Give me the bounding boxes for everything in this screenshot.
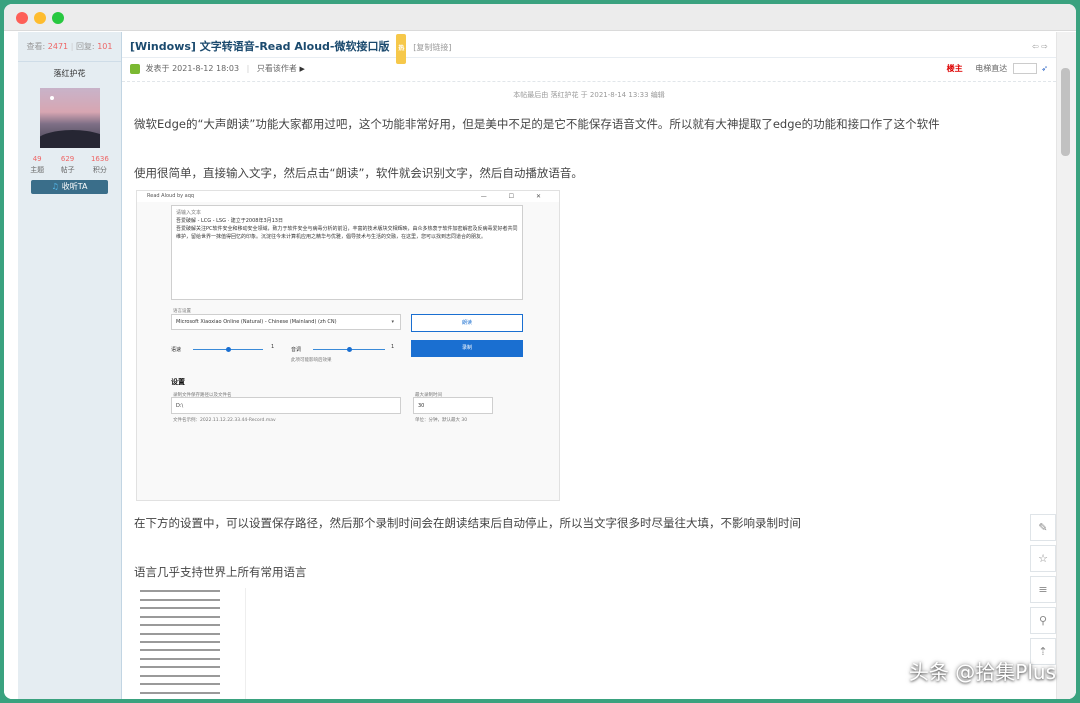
post-main: [Windows] 文字转语音-Read Aloud-微软接口版 热 [复制链接… [122,32,1056,699]
jump-floor-label: 电梯直达 [975,64,1008,73]
language-list-screenshot [136,588,246,699]
speed-label: 语速 [171,347,182,353]
post-title: [Windows] 文字转语音-Read Aloud-微软接口版 [130,40,390,53]
jump-floor-input[interactable] [1012,63,1037,74]
post-paragraph: 微软Edge的“大声朗读”功能大家都用过吧，这个功能非常好用，但是美中不足的是它… [134,117,940,131]
path-input: D:\ [171,397,401,414]
window-titlebar [4,4,1076,31]
watermark: 头条 @拾集Plus [908,660,1056,684]
close-window-button[interactable] [16,12,28,24]
views-count: 2471 [47,42,69,51]
pitch-hint: 此项可能影响后效果 [291,358,332,363]
post-date: 发表于 2021-8-12 18:03 [145,64,240,73]
floor-label: 楼主 [946,64,963,73]
browser-window: 查看: 2471 | 回复: 101 落红护花 49 主题 629 帖子 1636 积… [4,4,1076,699]
post-meta: 发表于 2021-8-12 18:03 | 只看该作者 ▶ 楼主 电梯直达 ➶ [122,58,1056,82]
scrollbar-thumb[interactable] [1061,68,1070,156]
replies-count: 101 [97,42,113,51]
author-stat-posts[interactable]: 629 帖子 [61,154,75,176]
search-icon[interactable]: ⚲ [1030,607,1056,634]
forum-post: 查看: 2471 | 回复: 101 落红护花 49 主题 629 帖子 1636 积… [4,32,1076,699]
pitch-value: 1 [391,344,395,350]
author-stat-points[interactable]: 1636 积分 [91,154,109,176]
settings-heading: 设置 [171,378,185,386]
star-icon[interactable]: ☆ [1030,545,1056,572]
app-titlebar: Read Aloud by aqq — ☐ ✕ [137,191,559,202]
speed-value: 1 [271,344,275,350]
copy-link[interactable]: [复制链接] [413,43,451,52]
follow-button[interactable]: ♫ 收听TA [31,180,108,194]
maximize-window-button[interactable] [52,12,64,24]
headphones-icon: ♫ [51,182,59,191]
scrollbar[interactable] [1056,32,1076,699]
author-stats: 49 主题 629 帖子 1636 积分 [18,154,121,176]
minimize-window-button[interactable] [34,12,46,24]
time-hint: 单位：分钟，默认最大 30 [415,418,468,423]
online-icon [130,63,140,74]
replies-label: 回复: [75,42,95,51]
author-panel: 查看: 2471 | 回复: 101 落红护花 49 主题 629 帖子 1636 积… [18,32,122,699]
post-title-row: [Windows] 文字转语音-Read Aloud-微软接口版 热 [复制链接… [122,32,1056,64]
author-name[interactable]: 落红护花 [18,68,121,79]
author-stat-threads[interactable]: 49 主题 [30,154,44,176]
edit-icon[interactable]: ✎ [1030,514,1056,541]
record-button-screenshot: 录制 [411,340,523,357]
app-screenshot: Read Aloud by aqq — ☐ ✕ 请输入文本 吾爱破解 - LCG… [136,190,560,501]
views-label: 查看: [26,42,46,51]
edit-note: 本帖最后由 落红护花 于 2021-8-14 13:33 编辑 [513,91,665,99]
voice-select: Microsoft Xiaoxiao Online (Natural) - Ch… [171,314,401,330]
thread-stats: 查看: 2471 | 回复: 101 [18,32,121,62]
post-paragraph: 语言几乎支持世界上所有常用语言 [134,565,307,579]
time-input: 30 [413,397,493,414]
only-author-link[interactable]: 只看该作者 [257,64,297,73]
post-paragraph: 在下方的设置中，可以设置保存路径，然后那个录制时间会在朗读结束后自动停止，所以当… [134,516,801,530]
text-input-area: 请输入文本 吾爱破解 - LCG - LSG · 建立于2008年3月13日 吾… [171,205,523,300]
post-paragraph: 使用很简单，直接输入文字，然后点击“朗读”，软件就会识别文字，然后自动播放语音。 [134,166,583,180]
path-hint: 文件名示例：2022.11.12.22.33.44-Record.mav [173,418,276,423]
list-icon[interactable]: ≡ [1030,576,1056,603]
jump-floor-icon[interactable]: ➶ [1041,64,1048,73]
avatar[interactable] [39,88,100,148]
read-button-screenshot: 朗读 [411,314,523,332]
pitch-label: 音调 [291,347,302,353]
floating-toolbar: ✎ ☆ ≡ ⚲ ⇡ [1030,514,1056,669]
